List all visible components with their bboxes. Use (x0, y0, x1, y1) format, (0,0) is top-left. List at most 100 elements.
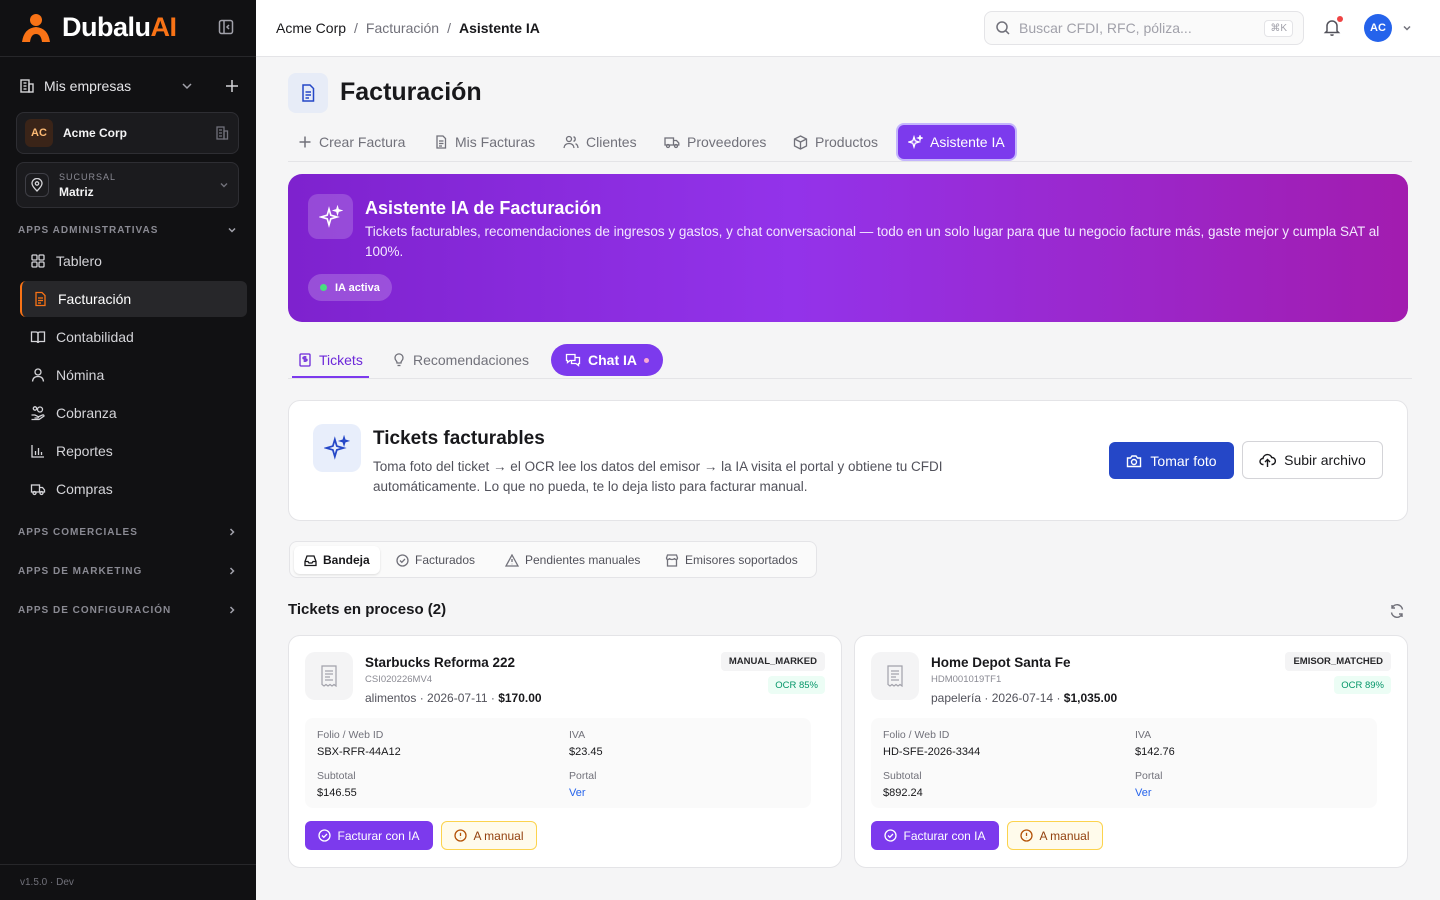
bill-with-ai-button[interactable]: Facturar con IA (305, 821, 433, 850)
iva-label: IVA (1135, 729, 1152, 741)
collapse-sidebar-icon[interactable] (217, 18, 235, 36)
search-input[interactable] (1019, 20, 1257, 36)
page-title: Facturación (340, 78, 482, 106)
ocr-confidence-badge: OCR 89% (1334, 676, 1391, 694)
sparkles-icon (308, 194, 353, 239)
breadcrumb-current: Asistente IA (458, 20, 540, 36)
building-icon (216, 126, 229, 140)
logo-mark-icon (22, 13, 50, 42)
search-icon (996, 21, 1010, 35)
tab-crear-factura[interactable]: Crear Factura (288, 125, 415, 159)
plus-icon (299, 136, 311, 148)
ticket-details: Folio / Web ID SBX-RFR-44A12 IVA $23.45 … (305, 718, 811, 808)
portal-link[interactable]: Ver (569, 787, 586, 799)
filter-pendientes-manuales[interactable]: Pendientes manuales (495, 546, 650, 574)
sidebar-item-label: Reportes (56, 443, 113, 459)
breadcrumb: Acme Corp / Facturación / Asistente IA (276, 20, 540, 36)
chevron-right-icon (229, 528, 235, 536)
logo-text: DubaluAI (62, 12, 177, 42)
subtab-recomendaciones[interactable]: Recomendaciones (386, 344, 535, 376)
document-icon (35, 291, 46, 307)
section-marketing-apps[interactable]: APPS DE MARKETING (18, 565, 238, 577)
check-circle-icon (396, 553, 409, 567)
chevron-down-icon[interactable] (180, 79, 194, 93)
chevron-down-icon (228, 227, 236, 233)
billable-tickets-title: Tickets facturables (373, 428, 545, 449)
chevron-down-icon (220, 183, 228, 188)
send-to-manual-button[interactable]: A manual (441, 821, 537, 850)
sidebar-item-facturacion[interactable]: Facturación (20, 281, 247, 317)
portal-link[interactable]: Ver (1135, 787, 1152, 799)
breadcrumb-section[interactable]: Facturación (366, 20, 439, 36)
folio-label: Folio / Web ID (317, 729, 384, 741)
bill-with-ai-button[interactable]: Facturar con IA (871, 821, 999, 850)
hand-coins-icon (31, 406, 45, 421)
tab-asistente-ia[interactable]: Asistente IA (898, 125, 1015, 159)
sidebar-item-contabilidad[interactable]: Contabilidad (20, 319, 247, 355)
plus-icon[interactable] (224, 78, 240, 94)
sidebar-divider (0, 864, 256, 865)
my-companies-label: Mis empresas (44, 78, 132, 94)
iva-value: $142.76 (1135, 746, 1175, 758)
ticket-rfc: CSI020226MV4 (365, 674, 433, 685)
tab-proveedores[interactable]: Proveedores (654, 125, 776, 159)
filter-facturados[interactable]: Facturados (386, 546, 485, 574)
tab-productos[interactable]: Productos (783, 125, 888, 159)
in-process-title: Tickets en proceso (2) (288, 601, 447, 618)
global-search[interactable]: ⌘K (984, 11, 1304, 45)
subtab-tickets[interactable]: Tickets (292, 344, 369, 378)
send-to-manual-button[interactable]: A manual (1007, 821, 1103, 850)
refresh-icon[interactable] (1389, 603, 1405, 619)
truck-icon (664, 137, 680, 149)
subtotal-value: $892.24 (883, 787, 923, 799)
subtotal-label: Subtotal (317, 770, 356, 782)
sparkles-icon (313, 424, 361, 472)
sidebar-item-tablero[interactable]: Tablero (20, 243, 247, 279)
filter-bandeja[interactable]: Bandeja (294, 546, 380, 574)
grid-icon (31, 254, 45, 268)
branch-selector[interactable]: SUCURSAL Matriz (16, 162, 239, 208)
section-config-apps[interactable]: APPS DE CONFIGURACIÓN (18, 604, 238, 616)
ticket-merchant: Starbucks Reforma 222 (365, 655, 516, 670)
section-admin-apps[interactable]: APPS ADMINISTRATIVAS (18, 224, 238, 236)
user-avatar[interactable]: AC (1364, 14, 1392, 42)
iva-label: IVA (569, 729, 586, 741)
ticket-card: Starbucks Reforma 222 CSI020226MV4 alime… (288, 635, 842, 868)
sidebar-item-nomina[interactable]: Nómina (20, 357, 247, 393)
tab-clientes[interactable]: Clientes (553, 125, 647, 159)
folio-value: SBX-RFR-44A12 (317, 746, 401, 758)
billable-tickets-card: Tickets facturables Toma foto del ticket… (288, 400, 1408, 521)
sidebar-item-compras[interactable]: Compras (20, 471, 247, 507)
company-selector[interactable]: AC Acme Corp (16, 112, 239, 154)
portal-label: Portal (569, 770, 597, 782)
status-badge: EMISOR_MATCHED (1285, 652, 1391, 671)
sidebar-item-reportes[interactable]: Reportes (20, 433, 247, 469)
filter-emisores-soportados[interactable]: Emisores soportados (655, 546, 808, 574)
my-companies-row[interactable]: Mis empresas (18, 76, 240, 96)
tab-mis-facturas[interactable]: Mis Facturas (424, 125, 545, 159)
status-badge: MANUAL_MARKED (720, 652, 825, 671)
billable-tickets-description: Toma foto del ticket → el OCR lee los da… (373, 459, 943, 494)
ai-assistant-banner: Asistente IA de Facturación Tickets fact… (288, 174, 1408, 322)
sparkles-icon (908, 134, 923, 149)
section-commercial-apps[interactable]: APPS COMERCIALES (18, 526, 238, 538)
book-icon (30, 331, 46, 344)
take-photo-button[interactable]: Tomar foto (1109, 442, 1234, 479)
users-icon (563, 135, 579, 149)
alert-circle-icon (454, 829, 468, 842)
subtab-chat-ia[interactable]: Chat IA (551, 344, 663, 376)
upload-file-button[interactable]: Subir archivo (1242, 441, 1383, 479)
receipt-image-icon (305, 652, 353, 700)
subtotal-label: Subtotal (883, 770, 922, 782)
check-circle-icon (318, 829, 332, 842)
sidebar-item-label: Tablero (56, 253, 102, 269)
ticket-rfc: HDM001019TF1 (931, 674, 1002, 685)
sidebar-item-cobranza[interactable]: Cobranza (20, 395, 247, 431)
breadcrumb-company[interactable]: Acme Corp (276, 20, 346, 36)
sidebar-item-label: Cobranza (56, 405, 117, 421)
status-dot (320, 284, 327, 291)
cloud-upload-icon (1259, 453, 1277, 467)
chevron-down-icon[interactable] (1401, 22, 1413, 34)
branch-value: Matriz (59, 184, 94, 199)
app-logo[interactable]: DubaluAI (18, 12, 177, 43)
